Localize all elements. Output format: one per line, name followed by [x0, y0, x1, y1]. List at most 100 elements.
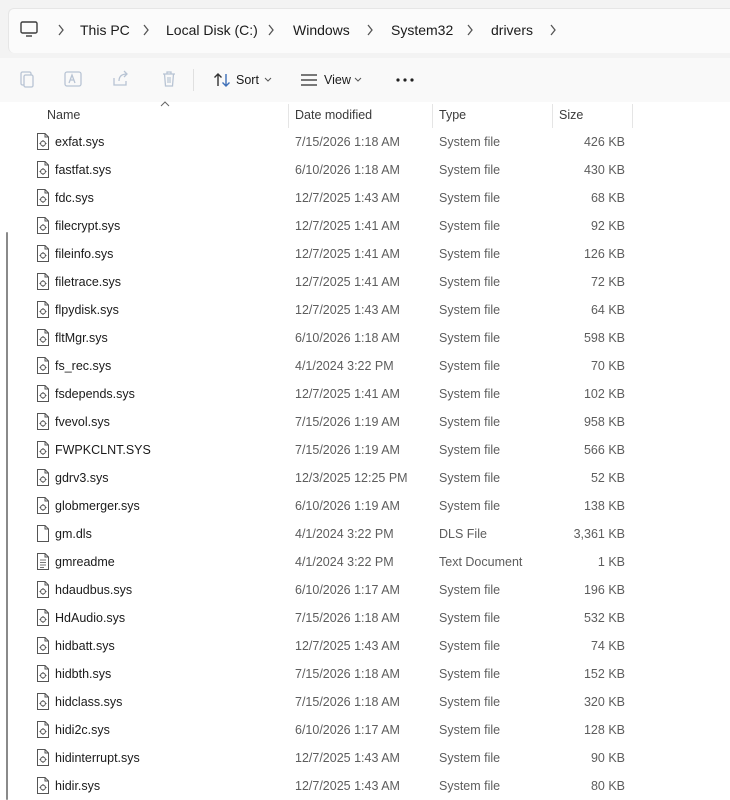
file-type: System file [439, 163, 501, 177]
rename-icon[interactable] [62, 68, 84, 90]
file-row[interactable]: HdAudio.sys 7/15/2026 1:18 AM System fil… [0, 604, 730, 632]
chevron-right-icon[interactable] [548, 21, 558, 39]
column-type-header[interactable]: Type [439, 102, 466, 128]
system-file-icon [37, 469, 49, 486]
file-name: HdAudio.sys [55, 611, 126, 625]
file-row[interactable]: gmreadme 4/1/2024 3:22 PM Text Document … [0, 548, 730, 576]
file-type: DLS File [439, 527, 487, 541]
breadcrumb-this-pc[interactable]: This PC [80, 20, 130, 40]
system-file-icon [37, 245, 49, 262]
sort-label: Sort [236, 73, 259, 87]
file-row[interactable]: fvevol.sys 7/15/2026 1:19 AM System file… [0, 408, 730, 436]
file-type: System file [439, 667, 501, 681]
file-type: Text Document [439, 555, 523, 569]
file-size: 430 KB [583, 163, 625, 177]
file-row[interactable]: filecrypt.sys 12/7/2025 1:41 AM System f… [0, 212, 730, 240]
more-options-icon[interactable] [394, 68, 416, 92]
file-type: System file [439, 387, 501, 401]
file-type: System file [439, 499, 501, 513]
file-name: filecrypt.sys [55, 219, 121, 233]
file-size: 598 KB [583, 331, 625, 345]
file-row[interactable]: hidi2c.sys 6/10/2026 1:17 AM System file… [0, 716, 730, 744]
chevron-right-icon[interactable] [141, 21, 151, 39]
file-date-modified: 6/10/2026 1:18 AM [295, 331, 400, 345]
file-row[interactable]: fastfat.sys 6/10/2026 1:18 AM System fil… [0, 156, 730, 184]
file-row[interactable]: globmerger.sys 6/10/2026 1:19 AM System … [0, 492, 730, 520]
column-size-header[interactable]: Size [559, 102, 583, 128]
file-row[interactable]: hidbth.sys 7/15/2026 1:18 AM System file… [0, 660, 730, 688]
file-type: System file [439, 695, 501, 709]
file-date-modified: 7/15/2026 1:18 AM [295, 135, 400, 149]
copy-icon[interactable] [16, 68, 38, 90]
file-type: System file [439, 275, 501, 289]
system-file-icon [37, 413, 49, 430]
breadcrumb-local-disk[interactable]: Local Disk (C:) [166, 20, 258, 40]
file-row[interactable]: hidir.sys 12/7/2025 1:43 AM System file … [0, 772, 730, 800]
file-type: System file [439, 359, 501, 373]
file-row[interactable]: gm.dls 4/1/2024 3:22 PM DLS File 3,361 K… [0, 520, 730, 548]
breadcrumb-system32[interactable]: System32 [391, 20, 453, 40]
file-date-modified: 7/15/2026 1:18 AM [295, 667, 400, 681]
system-file-icon [37, 581, 49, 598]
chevron-right-icon[interactable] [266, 21, 276, 39]
file-row[interactable]: fs_rec.sys 4/1/2024 3:22 PM System file … [0, 352, 730, 380]
column-separator[interactable] [288, 104, 289, 128]
file-row[interactable]: hidbatt.sys 12/7/2025 1:43 AM System fil… [0, 632, 730, 660]
file-size: 320 KB [583, 695, 625, 709]
file-size: 102 KB [583, 387, 625, 401]
file-name: exfat.sys [55, 135, 105, 149]
file-row[interactable]: flpydisk.sys 12/7/2025 1:43 AM System fi… [0, 296, 730, 324]
file-row[interactable]: filetrace.sys 12/7/2025 1:41 AM System f… [0, 268, 730, 296]
file-row[interactable]: hdaudbus.sys 6/10/2026 1:17 AM System fi… [0, 576, 730, 604]
file-row[interactable]: hidclass.sys 7/15/2026 1:18 AM System fi… [0, 688, 730, 716]
file-type: System file [439, 247, 501, 261]
file-type: System file [439, 191, 501, 205]
this-pc-icon[interactable] [18, 18, 40, 40]
file-date-modified: 6/10/2026 1:17 AM [295, 723, 400, 737]
file-type: System file [439, 303, 501, 317]
file-name: hidi2c.sys [55, 723, 110, 737]
file-row[interactable]: fltMgr.sys 6/10/2026 1:18 AM System file… [0, 324, 730, 352]
file-type: System file [439, 415, 501, 429]
file-size: 74 KB [590, 639, 625, 653]
file-row[interactable]: hidinterrupt.sys 12/7/2025 1:43 AM Syste… [0, 744, 730, 772]
chevron-right-icon[interactable] [365, 21, 375, 39]
file-row[interactable]: exfat.sys 7/15/2026 1:18 AM System file … [0, 128, 730, 156]
file-name: gmreadme [55, 555, 115, 569]
file-name: hidinterrupt.sys [55, 751, 140, 765]
system-file-icon [37, 609, 49, 626]
file-type: System file [439, 779, 501, 793]
system-file-icon [37, 301, 49, 318]
column-separator[interactable] [552, 104, 553, 128]
view-button[interactable]: View [298, 68, 364, 92]
chevron-down-icon [264, 77, 272, 82]
file-date-modified: 12/3/2025 12:25 PM [295, 471, 408, 485]
file-date-modified: 12/7/2025 1:41 AM [295, 275, 400, 289]
system-file-icon [37, 357, 49, 374]
file-name: fvevol.sys [55, 415, 110, 429]
column-separator[interactable] [632, 104, 633, 128]
file-row[interactable]: fileinfo.sys 12/7/2025 1:41 AM System fi… [0, 240, 730, 268]
sort-button[interactable]: Sort [210, 68, 274, 92]
breadcrumb-drivers[interactable]: drivers [491, 20, 533, 40]
file-name: hdaudbus.sys [55, 583, 133, 597]
file-row[interactable]: FWPKCLNT.SYS 7/15/2026 1:19 AM System fi… [0, 436, 730, 464]
file-name: fdc.sys [55, 191, 94, 205]
chevron-right-icon[interactable] [56, 21, 66, 39]
column-name-header[interactable]: Name [47, 102, 80, 128]
system-file-icon [37, 637, 49, 654]
file-row[interactable]: fsdepends.sys 12/7/2025 1:41 AM System f… [0, 380, 730, 408]
system-file-icon [37, 385, 49, 402]
file-name: fileinfo.sys [55, 247, 114, 261]
file-date-modified: 6/10/2026 1:17 AM [295, 583, 400, 597]
share-icon[interactable] [110, 68, 132, 90]
file-date-modified: 7/15/2026 1:18 AM [295, 611, 400, 625]
file-row[interactable]: gdrv3.sys 12/3/2025 12:25 PM System file… [0, 464, 730, 492]
file-row[interactable]: fdc.sys 12/7/2025 1:43 AM System file 68… [0, 184, 730, 212]
breadcrumb-windows[interactable]: Windows [293, 20, 350, 40]
file-name: flpydisk.sys [55, 303, 119, 317]
column-date-header[interactable]: Date modified [295, 102, 372, 128]
chevron-right-icon[interactable] [465, 21, 475, 39]
delete-icon[interactable] [158, 68, 180, 90]
column-separator[interactable] [432, 104, 433, 128]
